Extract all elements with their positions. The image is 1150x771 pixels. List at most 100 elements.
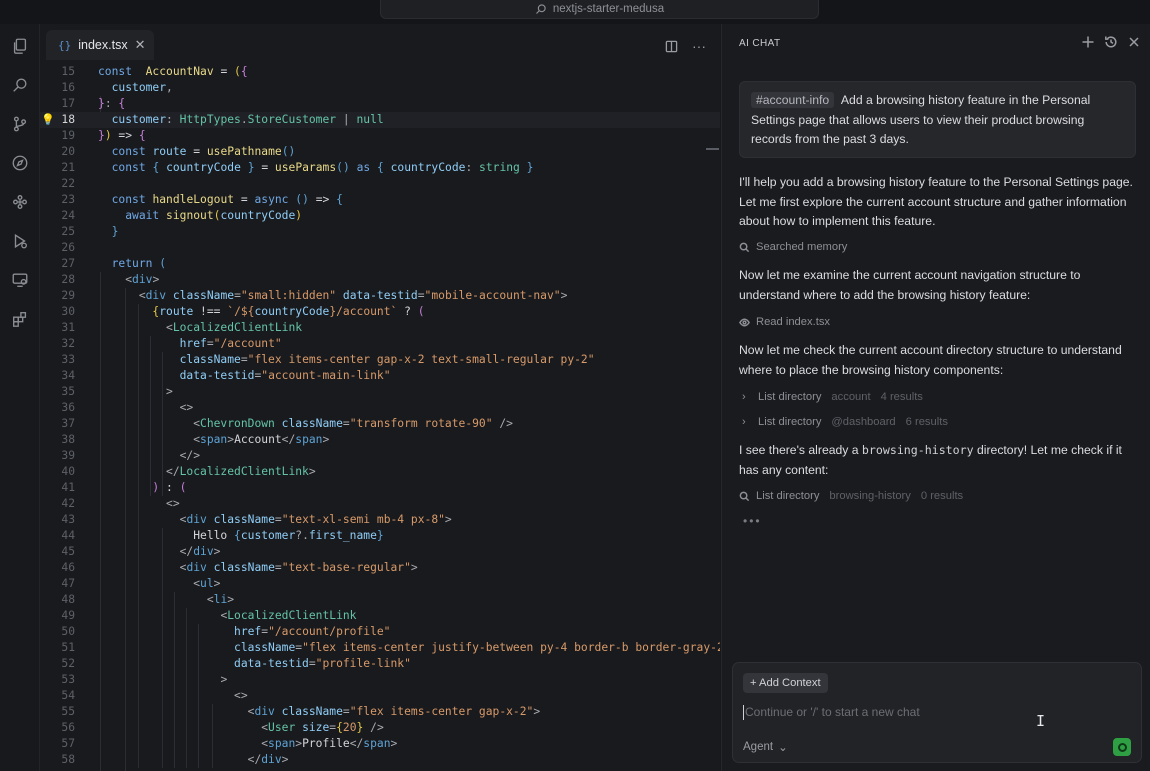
code-line[interactable]: 38 <span>Account</span>	[40, 432, 720, 448]
code-line[interactable]: 42 <>	[40, 496, 720, 512]
chat-header: AI CHAT	[722, 24, 1150, 62]
code-text: <>	[179, 401, 194, 414]
code-line[interactable]: 44 Hello {customer?.first_name}	[40, 528, 720, 544]
code-line[interactable]: 37 <ChevronDown className="transform rot…	[40, 416, 720, 432]
code-text: <LocalizedClientLink	[166, 321, 303, 334]
close-icon[interactable]: ✕	[135, 37, 146, 53]
source-control-icon[interactable]	[10, 114, 30, 134]
code-line[interactable]: 57 <span>Profile</span>	[40, 736, 720, 752]
code-line[interactable]: 36 <>	[40, 400, 720, 416]
command-center-search[interactable]: nextjs-starter-medusa	[380, 0, 819, 19]
code-line[interactable]: 43 <div className="text-xl-semi mb-4 px-…	[40, 512, 720, 528]
line-number: 46	[61, 561, 75, 574]
lightbulb-icon[interactable]: 💡	[41, 112, 55, 128]
code-line[interactable]: 21 const { countryCode } = useParams() a…	[40, 160, 720, 176]
extensions-icon[interactable]	[10, 309, 30, 329]
tsx-file-icon: {}	[58, 38, 72, 52]
code-line[interactable]: 31 <LocalizedClientLink	[40, 320, 720, 336]
assistant-message: Now let me check the current account dir…	[739, 343, 1122, 377]
code-line[interactable]: 47 <ul>	[40, 576, 720, 592]
code-line[interactable]: 25 }	[40, 224, 720, 240]
code-line[interactable]: 56 <User size={20} />	[40, 720, 720, 736]
code-line[interactable]: 35 >	[40, 384, 720, 400]
split-editor-icon[interactable]	[665, 40, 678, 53]
code-line[interactable]: 27 return (	[40, 256, 720, 272]
code-line[interactable]: 24 await signout(countryCode)	[40, 208, 720, 224]
line-number: 36	[61, 401, 75, 414]
code-line[interactable]: 18 💡 customer: HttpTypes.StoreCustomer | …	[40, 112, 720, 128]
code-text: data-testid="profile-link"	[234, 657, 411, 670]
new-chat-icon[interactable]	[1081, 35, 1095, 49]
code-line[interactable]: 33 className="flex items-center gap-x-2 …	[40, 352, 720, 368]
code-text: <div className="text-xl-semi mb-4 px-8">	[179, 513, 452, 526]
code-line[interactable]: 46 <div className="text-base-regular">	[40, 560, 720, 576]
code-line[interactable]: 32 href="/account"	[40, 336, 720, 352]
code-text: ) : (	[152, 481, 187, 494]
code-line[interactable]: 26	[40, 240, 720, 256]
send-button[interactable]	[1113, 738, 1131, 756]
mode-selector[interactable]: Agent ⌄	[743, 740, 788, 754]
tool-call-read-file[interactable]: Read index.tsx	[739, 316, 830, 328]
code-area[interactable]: 15 const AccountNav = ({16 customer, 17}: …	[40, 64, 720, 771]
code-line[interactable]: 28 <div>	[40, 272, 720, 288]
tab-index-tsx[interactable]: {} index.tsx ✕	[46, 30, 154, 60]
ai-chat-panel: AI CHAT #account-info Add a browsing his…	[721, 24, 1150, 771]
add-context-button[interactable]: + Add Context	[743, 673, 828, 693]
code-line[interactable]: 20 const route = usePathname()	[40, 144, 720, 160]
activity-bar	[0, 24, 40, 771]
tool-call-list-directory[interactable]: List directory browsing-history 0 result…	[739, 490, 963, 502]
code-line[interactable]: 58 </div>	[40, 752, 720, 768]
line-number: 30	[61, 305, 75, 318]
code-text: {route !== `/${countryCode}/account` ? (	[152, 305, 425, 318]
search-icon[interactable]	[10, 75, 30, 95]
chat-input[interactable]: Continue or '/' to start a new chat	[745, 705, 920, 719]
code-line[interactable]: 30 {route !== `/${countryCode}/account` …	[40, 304, 720, 320]
tool-result-count: 4 results	[880, 391, 923, 403]
code-line[interactable]: 22	[40, 176, 720, 192]
line-number: 42	[61, 497, 75, 510]
code-line[interactable]: 19}) => {	[40, 128, 720, 144]
run-debug-icon[interactable]	[10, 231, 30, 251]
tool-label: List directory	[758, 391, 822, 403]
code-text: }: {	[98, 97, 126, 110]
code-line[interactable]: 40 </LocalizedClientLink>	[40, 464, 720, 480]
code-text: <ul>	[193, 577, 221, 590]
code-line[interactable]: 49 <LocalizedClientLink	[40, 608, 720, 624]
remote-icon[interactable]	[10, 270, 30, 290]
code-line[interactable]: 41 ) : (	[40, 480, 720, 496]
code-line[interactable]: 17}: {	[40, 96, 720, 112]
extensions-cluster-icon[interactable]	[10, 192, 30, 212]
code-line[interactable]: 23 const handleLogout = async () => {	[40, 192, 720, 208]
code-line[interactable]: 55 <div className="flex items-center gap…	[40, 704, 720, 720]
code-line[interactable]: 50 href="/account/profile"	[40, 624, 720, 640]
code-line[interactable]: 51 className="flex items-center justify-…	[40, 640, 720, 656]
tool-result-count: 6 results	[905, 416, 948, 428]
context-tag[interactable]: #account-info	[751, 92, 835, 108]
code-text: <li>	[206, 593, 235, 606]
code-line[interactable]: 39 </>	[40, 448, 720, 464]
code-line[interactable]: 45 </div>	[40, 544, 720, 560]
code-line[interactable]: 54 <>	[40, 688, 720, 704]
tool-call-list-directory[interactable]: › List directory @dashboard 6 results	[742, 416, 948, 428]
code-line[interactable]: 16 customer,	[40, 80, 720, 96]
code-line[interactable]: 48 <li>	[40, 592, 720, 608]
code-text: }) => {	[98, 129, 146, 142]
code-line[interactable]: 53 >	[40, 672, 720, 688]
code-text: return (	[111, 257, 167, 270]
code-text: <span>Account</span>	[193, 433, 330, 446]
line-number: 48	[61, 593, 75, 606]
code-line[interactable]: 15 const AccountNav = ({	[40, 64, 720, 80]
close-icon[interactable]	[1127, 35, 1141, 49]
more-actions-icon[interactable]: ···	[692, 38, 706, 54]
tool-call-searched-memory[interactable]: Searched memory	[739, 241, 847, 253]
line-number: 38	[61, 433, 75, 446]
history-icon[interactable]	[1104, 35, 1118, 49]
code-line[interactable]: 29 <div className="small:hidden" data-te…	[40, 288, 720, 304]
explore-icon[interactable]	[10, 153, 30, 173]
code-line[interactable]: 34 data-testid="account-main-link"	[40, 368, 720, 384]
code-text: className="flex items-center justify-bet…	[234, 641, 720, 654]
tool-call-list-directory[interactable]: › List directory account 4 results	[742, 391, 923, 403]
code-text: data-testid="account-main-link"	[179, 369, 391, 382]
files-icon[interactable]	[10, 36, 30, 56]
code-line[interactable]: 52 data-testid="profile-link"	[40, 656, 720, 672]
